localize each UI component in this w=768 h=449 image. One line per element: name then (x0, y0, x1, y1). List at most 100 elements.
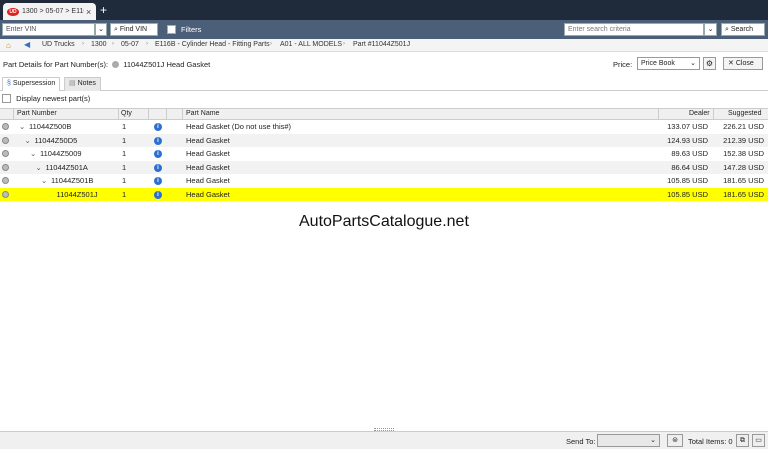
chevron-down-icon[interactable]: ⌄ (704, 23, 717, 36)
breadcrumb-item[interactable]: Part #11044Z501J (353, 41, 410, 48)
chevron-down-icon: ⌄ (690, 60, 696, 67)
column-header-suggested[interactable]: Suggested (728, 110, 761, 117)
tab-label: Notes (77, 80, 96, 87)
part-number[interactable]: 11044Z501A (46, 163, 88, 172)
suggested-price: 181.65 USD (723, 176, 764, 185)
close-button[interactable]: ✕ Close (723, 57, 763, 70)
table-row[interactable]: ⌄ 11044Z501A 1 i Head Gasket 86.64 USD 147.28 … (0, 160, 768, 174)
close-icon: ✕ (728, 60, 734, 67)
price-select[interactable]: Price Book ⌄ (637, 57, 700, 70)
part-number[interactable]: 11044Z5009 (40, 149, 82, 158)
info-icon[interactable]: i (154, 123, 162, 131)
chevron-down-icon[interactable]: ⌄ (19, 122, 25, 131)
tab-notes[interactable]: ▤ Notes (64, 77, 101, 91)
qty: 1 (122, 189, 127, 199)
resize-grip[interactable] (374, 428, 394, 431)
parts-table: Part Number Qty Part Name Dealer Suggest… (0, 108, 768, 201)
breadcrumb-separator: › (112, 41, 114, 47)
suggested-price: 212.39 USD (723, 135, 764, 145)
chevron-down-icon[interactable]: ⌄ (41, 176, 47, 185)
price-value: Price Book (641, 60, 675, 67)
column-divider (713, 109, 714, 120)
info-icon[interactable]: i (154, 136, 162, 145)
table-row[interactable]: ⌄ 11044Z5009 1 i Head Gasket 89.63 USD 152.38 … (0, 147, 768, 161)
send-icon: ⊜ (672, 437, 678, 444)
breadcrumb-item[interactable]: E116B - Cylinder Head - Fitting Parts (155, 41, 270, 48)
breadcrumb: ⌂ ◀ UD Trucks › 1300 › 05-07 › E116B - C… (0, 39, 768, 52)
row-select-icon[interactable] (2, 163, 9, 171)
column-header-part-name[interactable]: Part Name (186, 110, 219, 117)
part-number[interactable]: 11044Z501J (57, 190, 98, 199)
row-select-icon[interactable] (2, 150, 9, 157)
suggested-price: 147.28 USD (723, 162, 764, 172)
column-divider (118, 109, 119, 120)
close-icon[interactable]: × (86, 7, 91, 17)
dealer-price: 105.85 USD (667, 176, 708, 185)
suggested-price: 226.21 USD (723, 122, 764, 131)
part-icon (112, 61, 120, 68)
chevron-down-icon[interactable]: ⌄ (30, 149, 36, 158)
dealer-price: 133.07 USD (667, 122, 708, 131)
breadcrumb-item[interactable]: 1300 (91, 41, 107, 48)
back-arrow-icon[interactable]: ◀ (24, 40, 30, 49)
search-icon: ⌕ (114, 26, 118, 33)
settings-button[interactable]: ⚙ (703, 57, 716, 70)
panel-toggle-button[interactable]: ▭ (752, 434, 765, 447)
filters-checkbox[interactable] (167, 25, 176, 34)
part-number[interactable]: 11044Z500B (29, 122, 71, 131)
table-row[interactable]: ⌄ 11044Z500B 1 i Head Gasket (Do not use thi… (0, 120, 768, 134)
part-number[interactable]: 11044Z501B (51, 176, 93, 185)
export-button[interactable]: ⧉ (736, 434, 749, 447)
column-header-part-number[interactable]: Part Number (17, 110, 57, 117)
breadcrumb-item[interactable]: 05-07 (121, 41, 139, 48)
page-title: Part Details for Part Number(s): 11044Z5… (3, 60, 210, 69)
chevron-down-icon[interactable]: ⌄ (36, 163, 42, 172)
new-tab-icon[interactable]: + (100, 3, 107, 17)
display-newest-checkbox[interactable] (2, 94, 11, 103)
search-button[interactable]: ⌕ Search (721, 23, 765, 36)
suggested-price: 181.65 USD (723, 189, 764, 199)
info-icon[interactable]: i (154, 177, 162, 185)
row-select-icon[interactable] (2, 136, 9, 144)
row-select-icon[interactable] (2, 190, 9, 198)
qty: 1 (122, 122, 127, 131)
supersession-icon: § (7, 80, 11, 87)
column-divider (148, 109, 149, 120)
info-icon[interactable]: i (154, 190, 162, 199)
send-button[interactable]: ⊜ (667, 434, 683, 447)
info-icon[interactable]: i (154, 163, 162, 172)
find-vin-label: Find VIN (119, 26, 148, 33)
part-name: Head Gasket (186, 135, 230, 145)
table-row[interactable]: ⌄ 11044Z50D5 1 i Head Gasket 124.93 USD 212.39… (0, 133, 768, 147)
part-name: Head Gasket (186, 149, 230, 158)
browser-tab[interactable]: UD 1300 > 05-07 > E116B × (3, 3, 96, 20)
breadcrumb-item[interactable]: UD Trucks (42, 41, 75, 48)
breadcrumb-separator: › (270, 41, 272, 47)
qty: 1 (122, 135, 127, 145)
home-icon[interactable]: ⌂ (6, 41, 11, 50)
row-select-icon[interactable] (2, 177, 9, 184)
find-vin-button[interactable]: ⌕ Find VIN (110, 23, 158, 36)
tab-label: Supersession (12, 80, 56, 87)
display-newest-toggle[interactable]: Display newest part(s) (2, 94, 90, 103)
chevron-down-icon[interactable]: ⌄ (25, 136, 31, 145)
send-to-select[interactable]: ⌄ (597, 434, 660, 447)
qty: 1 (122, 176, 127, 185)
breadcrumb-item[interactable]: A01 - ALL MODELS (280, 41, 342, 48)
watermark: AutoPartsCatalogue.net (299, 213, 469, 230)
column-header-dealer[interactable]: Dealer (689, 110, 710, 117)
chevron-down-icon[interactable]: ⌄ (95, 23, 107, 36)
vin-input[interactable]: Enter VIN (2, 23, 95, 36)
info-icon[interactable]: i (154, 150, 162, 158)
table-row[interactable]: 11044Z501J 1 i Head Gasket 105.85 USD 181.65 … (0, 187, 768, 201)
table-row[interactable]: ⌄ 11044Z501B 1 i Head Gasket 105.85 USD 181.65… (0, 174, 768, 188)
dealer-price: 124.93 USD (667, 135, 708, 145)
close-label: Close (735, 60, 754, 67)
part-number[interactable]: 11044Z50D5 (35, 136, 78, 145)
send-to-label: Send To: (566, 437, 596, 446)
search-input[interactable]: Enter search criteria (564, 23, 704, 36)
column-header-qty[interactable]: Qty (121, 110, 132, 117)
dealer-price: 89.63 USD (671, 149, 708, 158)
tab-supersession[interactable]: § Supersession (2, 77, 61, 91)
row-select-icon[interactable] (2, 123, 9, 130)
